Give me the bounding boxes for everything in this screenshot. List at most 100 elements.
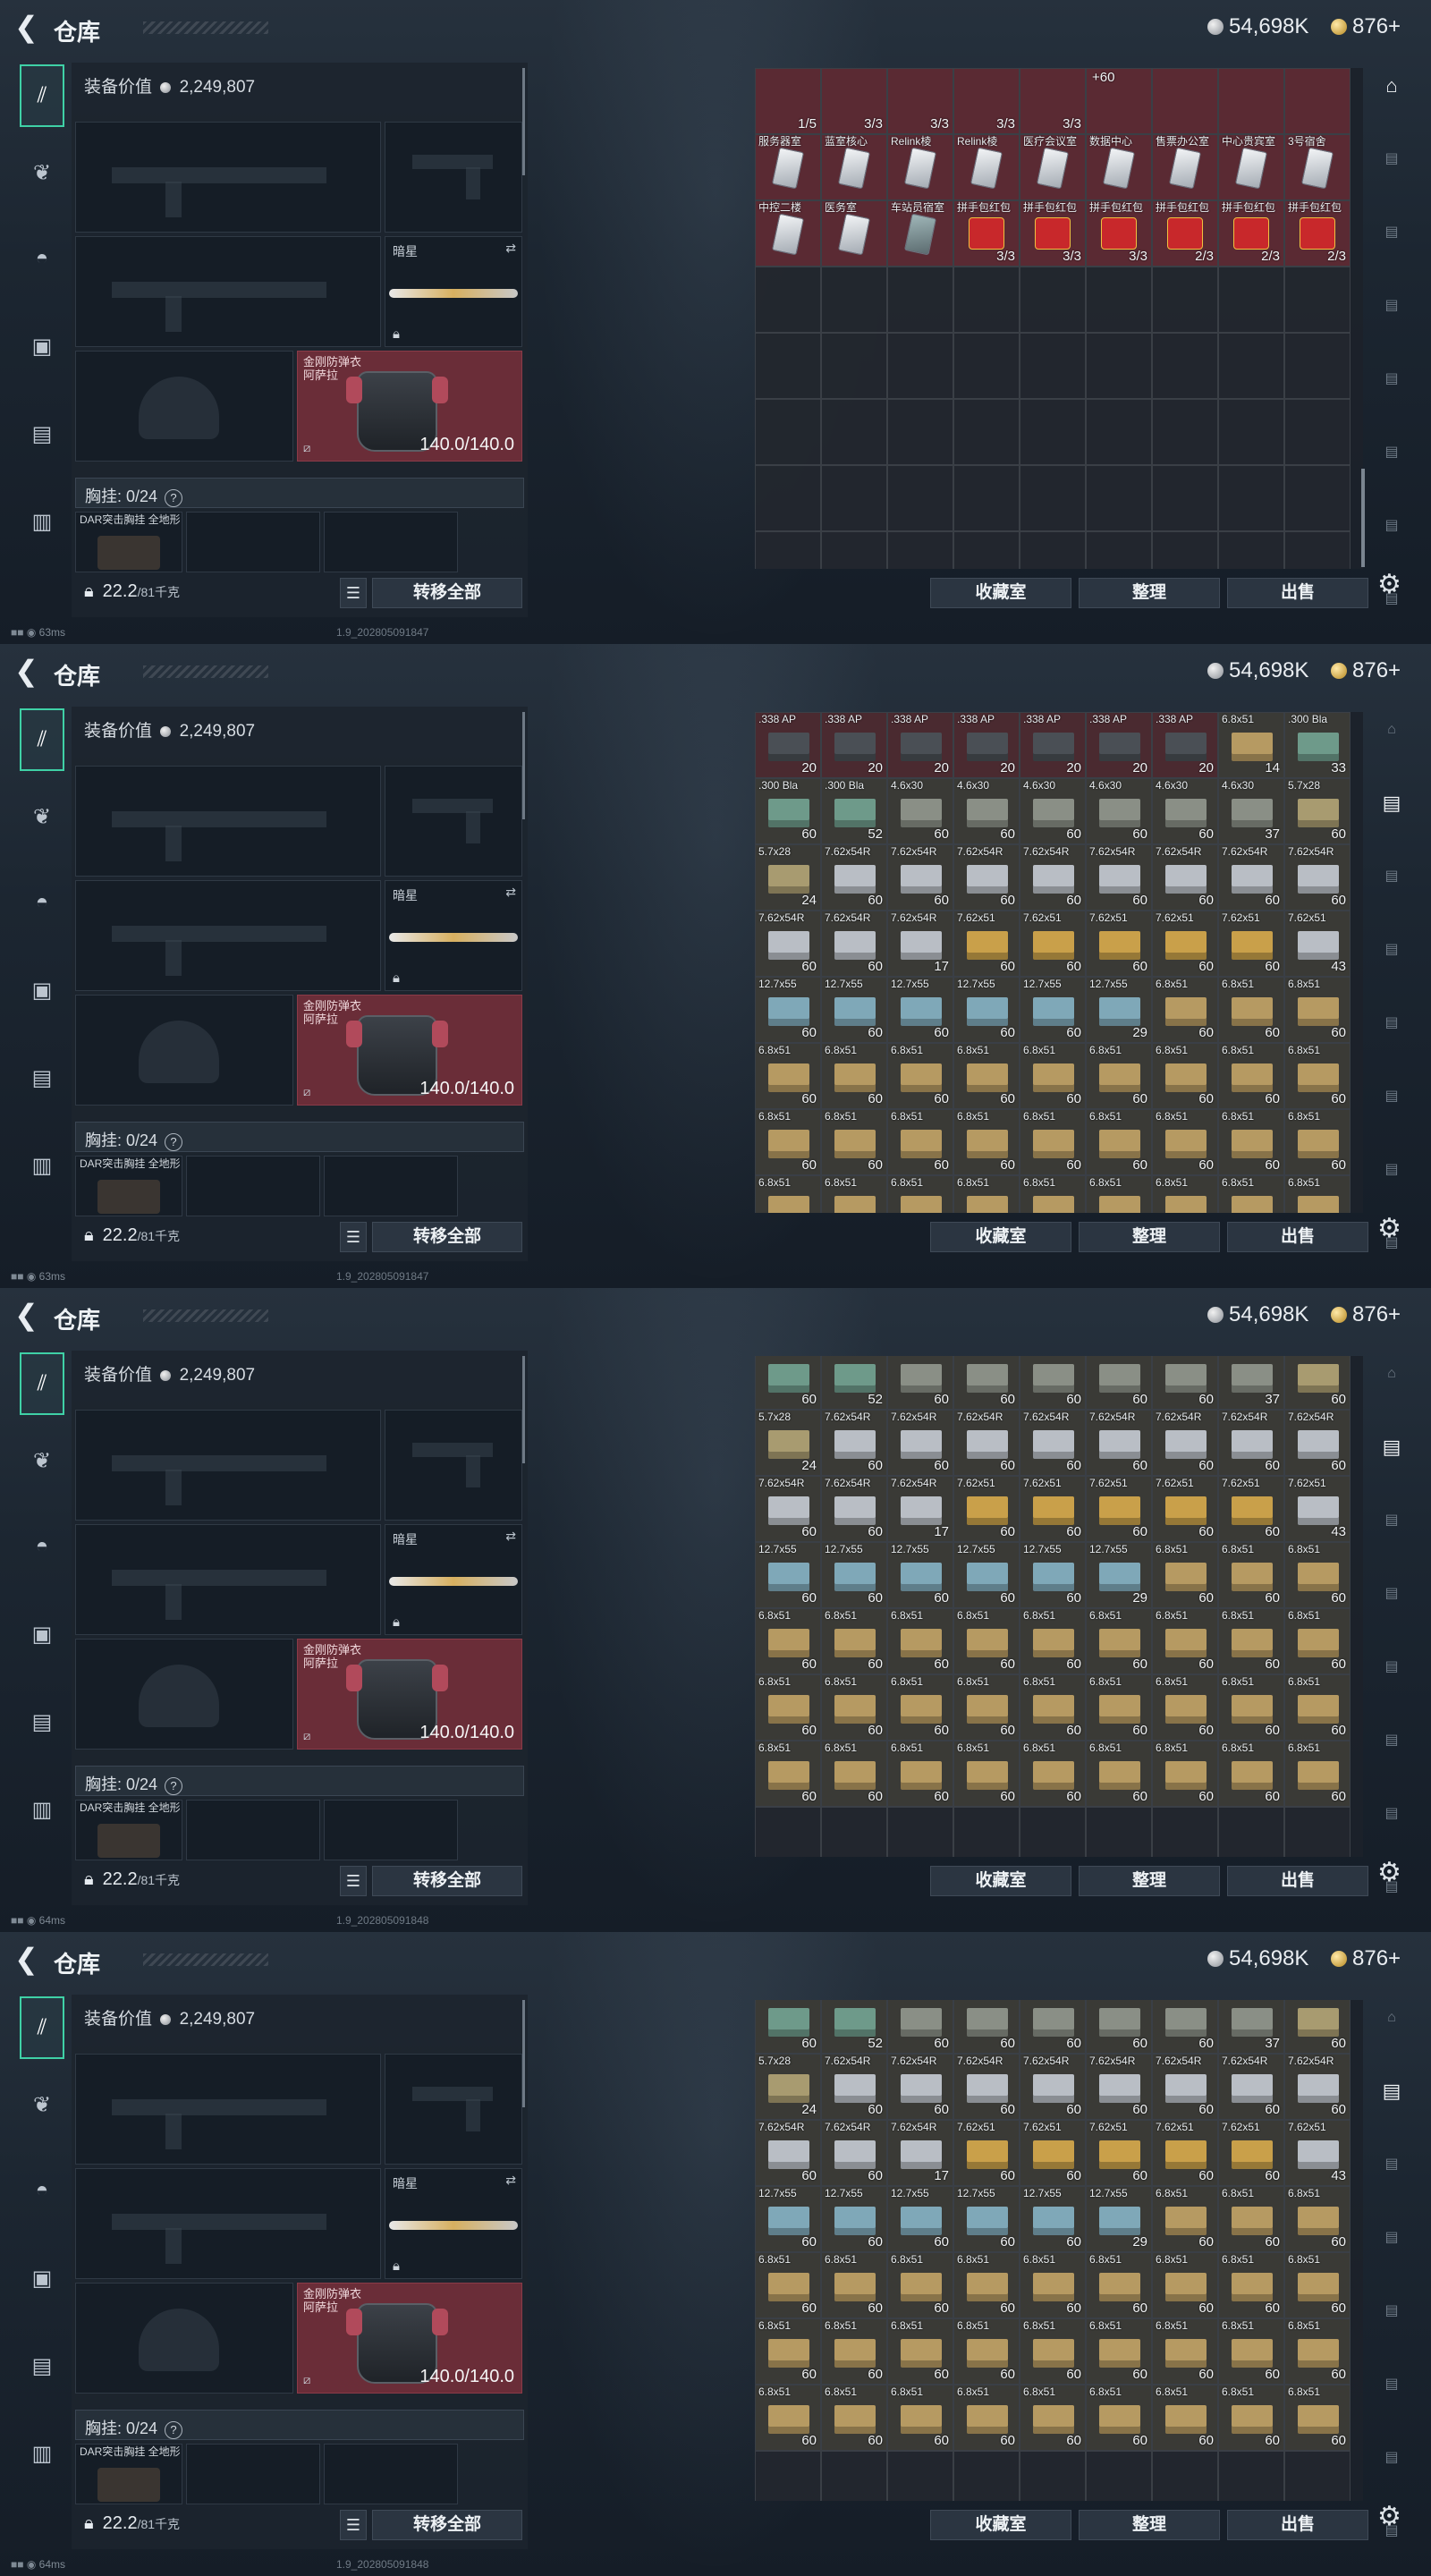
grid-cell[interactable]: 7.62x51 43	[1284, 911, 1351, 977]
grid-cell[interactable]: 6.8x51 60	[821, 2385, 887, 2451]
grid-cell[interactable]: 6.8x51	[1086, 1175, 1152, 1213]
empty-grid-cell[interactable]	[755, 531, 821, 569]
grid-cell[interactable]: 6.8x51 60	[1152, 2186, 1218, 2252]
grid-cell[interactable]: 7.62x54R 60	[1020, 1410, 1086, 1476]
case-icon[interactable]: ▤	[1374, 435, 1410, 470]
grid-cell[interactable]: 拼手包红包 3/3	[953, 200, 1020, 267]
case-icon[interactable]: ▤	[1374, 1429, 1410, 1465]
armor-icon[interactable]: ❦	[20, 785, 64, 848]
grid-cell[interactable]: .300 Bla 33	[1284, 712, 1351, 778]
grid-cell[interactable]: 3/3	[887, 68, 953, 134]
case-icon[interactable]: ▤	[1374, 215, 1410, 250]
loadout-scrollbar[interactable]	[522, 2000, 525, 2107]
grid-cell[interactable]: 拼手包红包 2/3	[1218, 200, 1284, 267]
empty-grid-cell[interactable]	[887, 333, 953, 399]
grid-cell[interactable]: 60	[953, 2000, 1020, 2054]
grid-cell[interactable]: 6.8x51 60	[1284, 1109, 1351, 1175]
grid-cell[interactable]: 7.62x54R 60	[953, 1410, 1020, 1476]
grid-cell[interactable]: 6.8x51 60	[1152, 977, 1218, 1043]
grid-cell[interactable]: 6.8x51 60	[1086, 1608, 1152, 1674]
gear-icon[interactable]: ⚙	[1377, 1213, 1401, 1244]
grid-cell[interactable]: 7.62x54R 60	[1020, 844, 1086, 911]
grid-cell[interactable]: 6.8x51 60	[1218, 2186, 1284, 2252]
grid-cell[interactable]: 12.7x55 29	[1086, 2186, 1152, 2252]
collection-room-button[interactable]: 收藏室	[930, 2510, 1071, 2540]
case-icon[interactable]: ▤	[1374, 1723, 1410, 1758]
grid-cell[interactable]: 6.8x51 60	[821, 2252, 887, 2318]
grid-cell[interactable]: 6.8x51	[755, 1175, 821, 1213]
grid-cell[interactable]: 6.8x51 60	[1218, 1608, 1284, 1674]
grid-cell[interactable]: 6.8x51 60	[1086, 2252, 1152, 2318]
container-icon[interactable]: ▤	[20, 402, 64, 465]
grid-cell[interactable]	[1284, 68, 1351, 134]
chest-rig-slot[interactable]: DAR突击胸挂 全地形	[75, 1156, 182, 1216]
grid-cell[interactable]: 60	[1284, 1356, 1351, 1410]
sell-button[interactable]: 出售	[1227, 1222, 1368, 1252]
grid-cell[interactable]: .338 AP 20	[1152, 712, 1218, 778]
gold-currency[interactable]: 876+	[1331, 1946, 1401, 1971]
grid-cell[interactable]: 6.8x51 60	[1218, 1043, 1284, 1109]
grid-cell[interactable]: 6.8x51 60	[1218, 2385, 1284, 2451]
list-view-button[interactable]: ☰	[340, 1866, 367, 1896]
gear-icon[interactable]: ⚙	[1377, 569, 1401, 600]
grid-cell[interactable]: 60	[1284, 2000, 1351, 2054]
grid-cell[interactable]: 7.62x54R 60	[821, 2120, 887, 2186]
grid-cell[interactable]: 4.6x30 60	[953, 778, 1020, 844]
gun-icon[interactable]: ⫽	[20, 708, 64, 771]
pistol-slot[interactable]	[385, 2054, 522, 2165]
grid-cell[interactable]: 52	[821, 1356, 887, 1410]
case-icon[interactable]: ▤	[1374, 2367, 1410, 2402]
grid-cell[interactable]: 6.8x51 60	[755, 2385, 821, 2451]
grid-cell[interactable]: 7.62x51 60	[1218, 911, 1284, 977]
grid-cell[interactable]: 6.8x51	[887, 1175, 953, 1213]
empty-grid-cell[interactable]	[1020, 2451, 1086, 2501]
grid-cell[interactable]: 3/3	[953, 68, 1020, 134]
grid-cell[interactable]: 6.8x51 60	[821, 1043, 887, 1109]
transfer-all-button[interactable]: 转移全部	[372, 1866, 522, 1896]
secondary-weapon-slot[interactable]	[75, 1524, 381, 1635]
empty-grid-cell[interactable]	[1086, 531, 1152, 569]
grid-cell[interactable]: 6.8x51 60	[755, 2318, 821, 2385]
melee-slot[interactable]: 暗星 ⇄ 🔒︎	[385, 236, 522, 347]
grid-cell[interactable]: 售票办公室	[1152, 134, 1218, 200]
grid-cell[interactable]: 6.8x51 60	[1086, 2385, 1152, 2451]
grid-cell[interactable]: 7.62x51 60	[953, 1476, 1020, 1542]
grid-cell[interactable]: 6.8x51	[1218, 1175, 1284, 1213]
empty-grid-cell[interactable]	[821, 2451, 887, 2501]
melee-slot[interactable]: 暗星 ⇄ 🔒︎	[385, 880, 522, 991]
empty-grid-cell[interactable]	[755, 1807, 821, 1857]
case-icon[interactable]: ▤	[1374, 1576, 1410, 1612]
grid-cell[interactable]: 6.8x51 60	[755, 1674, 821, 1741]
case-icon[interactable]: ▤	[1374, 1649, 1410, 1685]
grid-cell[interactable]: 7.62x51 60	[1086, 1476, 1152, 1542]
grid-cell[interactable]: 6.8x51 60	[1020, 1741, 1086, 1807]
grid-cell[interactable]: 6.8x51 60	[1218, 1109, 1284, 1175]
grid-cell[interactable]: 6.8x51 14	[1218, 712, 1284, 778]
grid-cell[interactable]: 6.8x51 60	[953, 1109, 1020, 1175]
empty-grid-cell[interactable]	[1284, 333, 1351, 399]
back-arrow-icon[interactable]: ❮	[14, 1945, 43, 1973]
empty-grid-cell[interactable]	[1086, 399, 1152, 465]
grid-cell[interactable]: 6.8x51 60	[1284, 1674, 1351, 1741]
sell-button[interactable]: 出售	[1227, 2510, 1368, 2540]
grid-cell[interactable]: 6.8x51 60	[821, 2318, 887, 2385]
grid-cell[interactable]: 7.62x54R 17	[887, 2120, 953, 2186]
storage-icon[interactable]: ⌂	[1374, 712, 1410, 748]
grid-cell[interactable]: 7.62x54R 60	[1152, 2054, 1218, 2120]
grid-cell[interactable]: 6.8x51 60	[1284, 2385, 1351, 2451]
grid-cell[interactable]: 中心贵宾室	[1218, 134, 1284, 200]
warehouse-scrollbar[interactable]	[1361, 719, 1365, 1211]
armor-icon[interactable]: ❦	[20, 2073, 64, 2136]
grid-cell[interactable]: 拼手包红包 2/3	[1152, 200, 1218, 267]
warehouse-scrollbar[interactable]	[1361, 75, 1365, 567]
sort-button[interactable]: 整理	[1079, 1866, 1220, 1896]
empty-grid-cell[interactable]	[887, 2451, 953, 2501]
empty-grid-cell[interactable]	[953, 465, 1020, 531]
grid-cell[interactable]: 6.8x51 60	[1086, 1109, 1152, 1175]
grid-cell[interactable]: 6.8x51 60	[1218, 2252, 1284, 2318]
armor-icon[interactable]: ❦	[20, 141, 64, 204]
sort-button[interactable]: 整理	[1079, 578, 1220, 608]
grid-cell[interactable]: 6.8x51 60	[1284, 1542, 1351, 1608]
warehouse-scrollbar[interactable]	[1361, 1363, 1365, 1855]
case-icon[interactable]: ▤	[1374, 141, 1410, 177]
